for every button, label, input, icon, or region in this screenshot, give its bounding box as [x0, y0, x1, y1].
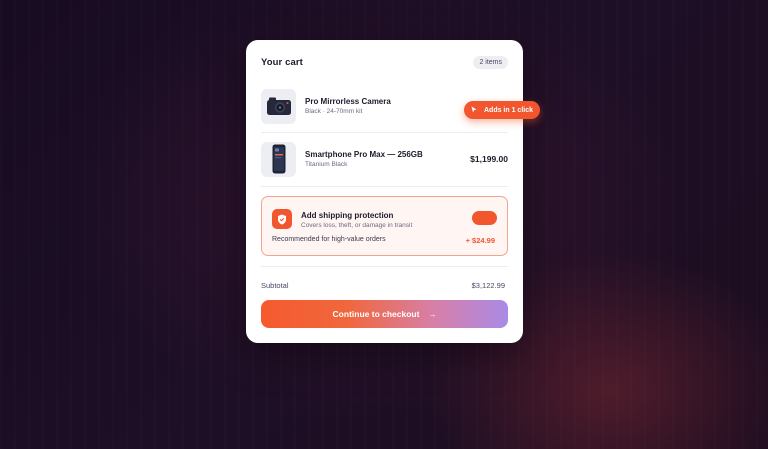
smartphone-icon [261, 141, 296, 177]
item-variant: Titanium Black [305, 161, 348, 168]
protection-note: Recommended for high-value orders [272, 236, 386, 243]
camera-icon [261, 88, 296, 124]
item-count-badge: 2 items [473, 55, 508, 69]
subtotal-value: $3,122.99 [471, 281, 505, 290]
protection-title: Add shipping protection [301, 211, 394, 220]
promo-label: Adds in 1 click [483, 106, 534, 114]
divider [261, 132, 508, 133]
item-price: $1,199.00 [470, 154, 508, 164]
protection-subtitle: Covers loss, theft, or damage in transit [301, 222, 413, 229]
cart-card: Your cart 2 items Pro Mirrorless Camera … [246, 40, 523, 343]
cursor-icon [471, 106, 477, 115]
cart-header: Your cart 2 items [261, 54, 508, 70]
item-info: Smartphone Pro Max — 256GB Titanium Blac… [305, 150, 470, 168]
cart-item[interactable]: Smartphone Pro Max — 256GB Titanium Blac… [261, 139, 508, 179]
arrow-right-icon: → [428, 309, 437, 319]
protection-price: + $24.99 [465, 236, 495, 245]
subtotal-row: Subtotal $3,122.99 [261, 281, 505, 290]
shipping-protection-panel[interactable]: Add shipping protection Covers loss, the… [261, 196, 508, 256]
divider [261, 186, 508, 187]
protection-toggle[interactable] [472, 211, 497, 225]
checkout-label: Continue to checkout [332, 309, 420, 319]
checkout-button[interactable]: Continue to checkout → [261, 300, 508, 328]
divider [261, 266, 508, 267]
one-click-add-pill[interactable]: Adds in 1 click [464, 101, 540, 119]
cart-title: Your cart [261, 56, 303, 68]
subtotal-label: Subtotal [261, 281, 289, 290]
item-name: Smartphone Pro Max — 256GB [305, 150, 423, 159]
shield-icon [272, 209, 292, 229]
